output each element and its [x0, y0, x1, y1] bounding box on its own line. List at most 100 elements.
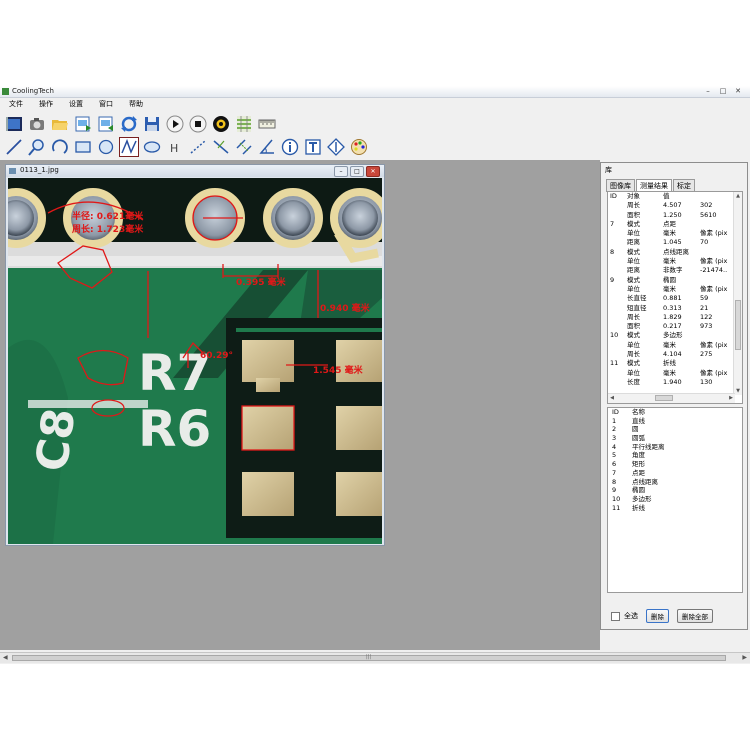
folder-open-icon[interactable]: [50, 114, 70, 134]
info-icon[interactable]: [280, 137, 300, 157]
delete-button[interactable]: 删除: [646, 609, 669, 623]
workspace-hscrollbar[interactable]: ◀ ||| ▶: [0, 652, 750, 663]
palette-icon[interactable]: [349, 137, 369, 157]
menu-window[interactable]: 窗口: [90, 98, 120, 110]
arc-icon[interactable]: [50, 137, 70, 157]
list-item[interactable]: 10 多边形: [608, 495, 742, 504]
rectangle-icon[interactable]: [73, 137, 93, 157]
text-icon[interactable]: [303, 137, 323, 157]
menu-help[interactable]: 帮助: [120, 98, 150, 110]
stop-icon[interactable]: [188, 114, 208, 134]
table-cell: 像素 (pix: [700, 368, 728, 377]
pcb-image[interactable]: R7 R6 C8 半径: 0.621毫米 周长: 1.723毫米 0.395 毫…: [8, 178, 382, 544]
table-cell: 短直径: [627, 303, 647, 312]
table-row[interactable]: 短直径 0.313 21: [608, 304, 742, 313]
list-cell: 直线: [632, 416, 645, 425]
h-measure-icon[interactable]: H: [165, 137, 185, 157]
list-item[interactable]: 9 椭圆: [608, 486, 742, 495]
image-maximize-button[interactable]: □: [350, 166, 364, 177]
table-row[interactable]: 10 模式 多边形: [608, 331, 742, 340]
menu-operation[interactable]: 操作: [30, 98, 60, 110]
list-item[interactable]: 1 直线: [608, 417, 742, 426]
select-all-checkbox[interactable]: [611, 611, 620, 621]
play-icon[interactable]: [165, 114, 185, 134]
image-window[interactable]: 0113_1.jpg – □ ✕ R7 R6 C8 半径: 0.621毫米 周长…: [5, 164, 385, 546]
list-item[interactable]: 8 点线距离: [608, 478, 742, 487]
perpendicular-icon[interactable]: [211, 137, 231, 157]
list-cell: 7: [612, 468, 617, 477]
circle-icon[interactable]: [96, 137, 116, 157]
line-icon[interactable]: [4, 137, 24, 157]
image-import-icon[interactable]: [96, 114, 116, 134]
table-cell: 21: [700, 303, 709, 312]
scroll-right-icon[interactable]: ▶: [727, 394, 735, 402]
vertical-measure-icon[interactable]: [326, 137, 346, 157]
refresh-icon[interactable]: [119, 114, 139, 134]
minimize-button[interactable]: –: [702, 87, 714, 95]
scroll-left-icon[interactable]: ◀: [608, 394, 616, 402]
table-row[interactable]: 8 模式 点线距离: [608, 248, 742, 257]
scroll-up-icon[interactable]: ▲: [734, 192, 742, 200]
list-item[interactable]: 7 点距: [608, 469, 742, 478]
table-cell: 0.313: [663, 303, 682, 312]
workspace-scroll-left-icon[interactable]: ◀: [3, 654, 8, 661]
menu-file[interactable]: 文件: [0, 98, 30, 110]
list-item[interactable]: 5 角度: [608, 451, 742, 460]
table-row[interactable]: 11 模式 折线: [608, 359, 742, 368]
results-vscroll-thumb[interactable]: [735, 300, 741, 350]
close-button[interactable]: ✕: [732, 87, 744, 95]
list-item[interactable]: 6 矩形: [608, 460, 742, 469]
ellipse-icon[interactable]: [142, 137, 162, 157]
list-item[interactable]: 3 圆弧: [608, 434, 742, 443]
image-close-button[interactable]: ✕: [366, 166, 380, 177]
dotted-line-icon[interactable]: [188, 137, 208, 157]
list-cell: 9: [612, 486, 617, 495]
image-file-icon: [9, 168, 16, 174]
table-row[interactable]: 周长 4.507 302: [608, 201, 742, 210]
delete-all-button[interactable]: 删除全部: [677, 609, 713, 623]
annotation-radius: 半径: 0.621毫米: [72, 210, 144, 222]
objects-list[interactable]: ID 名称 1 直线 2 圆 3 圆弧 4 平行线距离 5 角度 6 矩形 7 点距 8 点线距离 9 椭圆 10 多…: [607, 407, 743, 593]
zoom-icon[interactable]: [27, 137, 47, 157]
camera-icon[interactable]: [27, 114, 47, 134]
table-row[interactable]: 长度 1.940 130: [608, 378, 742, 387]
table-row[interactable]: 单位 毫米 像素 (pix: [608, 285, 742, 294]
table-row[interactable]: 周长 1.829 122: [608, 313, 742, 322]
title-bar: CoolingTech – □ ✕: [0, 86, 750, 98]
table-row[interactable]: 9 模式 椭圆: [608, 276, 742, 285]
save-icon[interactable]: [142, 114, 162, 134]
image-minimize-button[interactable]: –: [334, 166, 348, 177]
image-window-titlebar[interactable]: 0113_1.jpg – □ ✕: [6, 165, 384, 177]
workspace-scroll-right-icon[interactable]: ▶: [742, 654, 747, 661]
grid-icon[interactable]: [234, 114, 254, 134]
scroll-down-icon[interactable]: ▼: [734, 387, 742, 395]
settings-icon[interactable]: [211, 114, 231, 134]
table-cell: 长直径: [627, 294, 647, 303]
results-table[interactable]: ID 对象 值 周长 4.507 302 面积 1.250 5610 7 模式 点距 单位 毫米 像素…: [607, 191, 743, 404]
list-item[interactable]: 11 折线: [608, 504, 742, 513]
results-vscrollbar[interactable]: ▲ ▼: [733, 192, 742, 395]
angle-icon[interactable]: [257, 137, 277, 157]
list-item[interactable]: 2圆: [608, 425, 742, 434]
video-icon[interactable]: [4, 114, 24, 134]
maximize-button[interactable]: □: [717, 87, 729, 95]
image-export-icon[interactable]: [73, 114, 93, 134]
menu-settings[interactable]: 设置: [60, 98, 90, 110]
table-row[interactable]: 距离 1.045 70: [608, 238, 742, 247]
table-row[interactable]: 单位 毫米 像素 (pix: [608, 369, 742, 378]
parallel-icon[interactable]: [234, 137, 254, 157]
table-cell: 1.829: [663, 312, 682, 321]
list-item[interactable]: 4 平行线距离: [608, 443, 742, 452]
table-row[interactable]: 单位 毫米 像素 (pix: [608, 257, 742, 266]
ruler-icon[interactable]: [257, 114, 277, 134]
table-row[interactable]: 周长 4.104 275: [608, 350, 742, 359]
table-row[interactable]: 单位 毫米 像素 (pix: [608, 341, 742, 350]
polyline-icon[interactable]: [119, 137, 139, 157]
table-row[interactable]: 面积 1.250 5610: [608, 211, 742, 220]
results-hscroll-thumb[interactable]: [655, 395, 673, 401]
table-row[interactable]: 7 模式 点距: [608, 220, 742, 229]
results-hscrollbar[interactable]: ◀ ▶: [608, 393, 735, 403]
table-cell: 模式: [627, 359, 640, 368]
table-row[interactable]: 距离 非数字 -21474..: [608, 266, 742, 275]
table-row[interactable]: 长直径 0.881 59: [608, 294, 742, 303]
